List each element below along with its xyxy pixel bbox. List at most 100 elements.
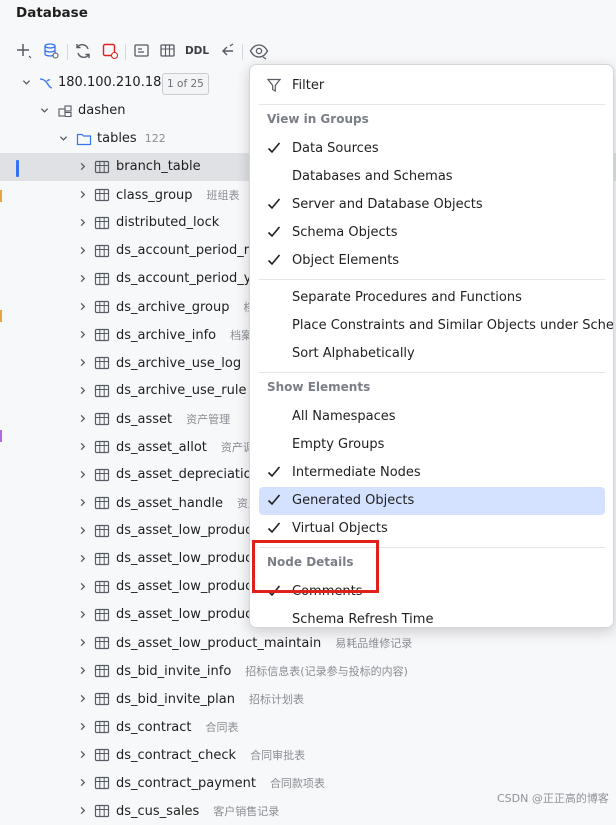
menu-item-label: Virtual Objects <box>292 521 388 536</box>
chevron-right-icon[interactable] <box>78 442 87 451</box>
chevron-right-icon[interactable] <box>78 610 87 619</box>
table-row-text: ds_asset_low_product_ <box>116 607 264 622</box>
host-label: 180.100.210.184 <box>58 75 170 90</box>
chevron-right-icon[interactable] <box>78 778 87 787</box>
table-icon <box>94 804 110 818</box>
menu-item-virtual-objects[interactable]: Virtual Objects <box>259 515 605 543</box>
table-name: ds_archive_use_rule <box>116 383 247 398</box>
menu-item-separate-procedures-and-functions[interactable]: Separate Procedures and Functions <box>259 284 605 312</box>
console-icon[interactable] <box>131 40 153 62</box>
menu-item-all-namespaces[interactable]: All Namespaces <box>259 403 605 431</box>
jump-icon[interactable] <box>216 40 238 62</box>
menu-item-server-and-database-objects[interactable]: Server and Database Objects <box>259 191 605 219</box>
chevron-right-icon[interactable] <box>78 246 87 255</box>
chevron-right-icon[interactable] <box>78 358 87 367</box>
chevron-right-icon[interactable] <box>78 190 87 199</box>
chevron-right-icon[interactable] <box>78 302 87 311</box>
chevron-down-icon[interactable] <box>59 134 68 143</box>
stop-icon[interactable] <box>99 40 121 62</box>
table-icon <box>94 524 110 538</box>
schema-count-badge[interactable]: 1 of 25 <box>162 73 209 95</box>
table-name: ds_asset <box>116 412 173 427</box>
table-icon <box>94 664 110 678</box>
chevron-right-icon[interactable] <box>78 162 87 171</box>
chevron-right-icon[interactable] <box>78 414 87 423</box>
table-icon <box>94 272 110 286</box>
table-name: ds_asset_low_product_ <box>116 607 264 622</box>
table-row-text: class_group 班组表 <box>116 187 240 203</box>
chevron-right-icon[interactable] <box>78 274 87 283</box>
chevron-right-icon[interactable] <box>78 722 87 731</box>
table-icon <box>94 468 110 482</box>
chevron-right-icon[interactable] <box>78 638 87 647</box>
table-row[interactable]: ds_asset_low_product_maintain 易耗品维修记录 <box>0 629 616 657</box>
table-row-text: distributed_lock <box>116 215 219 230</box>
checkmark-icon <box>267 198 281 210</box>
menu-item-filter[interactable]: Filter <box>259 72 605 100</box>
menu-item-label: Databases and Schemas <box>292 169 453 184</box>
chevron-right-icon[interactable] <box>78 526 87 535</box>
table-row-text: ds_account_period_yea <box>116 271 267 286</box>
menu-item-intermediate-nodes[interactable]: Intermediate Nodes <box>259 459 605 487</box>
table-name: ds_contract_check <box>116 748 237 763</box>
menu-item-place-constraints-and-similar-objects-under-schema[interactable]: Place Constraints and Similar Objects un… <box>259 312 613 340</box>
chevron-right-icon[interactable] <box>78 330 87 339</box>
menu-item-label: Intermediate Nodes <box>292 465 421 480</box>
add-icon[interactable] <box>13 40 35 62</box>
menu-item-databases-and-schemas[interactable]: Databases and Schemas <box>259 163 605 191</box>
table-row-text: branch_table <box>116 159 201 174</box>
menu-item-schema-refresh-time[interactable]: Schema Refresh Time <box>259 606 605 627</box>
ddl-icon[interactable]: DDL <box>184 40 210 62</box>
table-icon <box>94 580 110 594</box>
menu-item-generated-objects[interactable]: Generated Objects <box>259 487 605 515</box>
data-source-icon[interactable] <box>40 40 62 62</box>
chevron-right-icon[interactable] <box>78 470 87 479</box>
refresh-icon[interactable] <box>72 40 94 62</box>
eye-icon[interactable] <box>248 40 270 62</box>
table-name: ds_bid_invite_plan <box>116 692 235 707</box>
table-icon <box>94 496 110 510</box>
checkmark-icon <box>267 466 281 478</box>
menu-item-label: Filter <box>292 78 325 93</box>
chevron-right-icon[interactable] <box>78 582 87 591</box>
menu-item-label: Schema Objects <box>292 225 398 240</box>
menu-item-data-sources[interactable]: Data Sources <box>259 135 605 163</box>
table-name: ds_archive_use_log <box>116 356 242 371</box>
menu-item-empty-groups[interactable]: Empty Groups <box>259 431 605 459</box>
filter-icon <box>267 78 281 93</box>
chevron-right-icon[interactable] <box>78 694 87 703</box>
chevron-down-icon[interactable] <box>40 106 49 115</box>
chevron-down-icon[interactable] <box>22 78 31 87</box>
menu-item-sort-alphabetically[interactable]: Sort Alphabetically <box>259 340 605 368</box>
table-name: ds_archive_info <box>116 328 217 343</box>
menu-item-label: Generated Objects <box>292 493 415 508</box>
chevron-right-icon[interactable] <box>78 666 87 675</box>
menu-separator <box>259 372 605 373</box>
chevron-right-icon[interactable] <box>78 554 87 563</box>
table-icon[interactable] <box>157 40 179 62</box>
table-icon <box>94 244 110 258</box>
menu-item-label: Object Elements <box>292 253 400 268</box>
table-row[interactable]: ds_bid_invite_info 招标信息表(记录参与投标的内容) <box>0 657 616 685</box>
chevron-right-icon[interactable] <box>78 218 87 227</box>
chevron-right-icon[interactable] <box>78 750 87 759</box>
menu-item-schema-objects[interactable]: Schema Objects <box>259 219 605 247</box>
chevron-right-icon[interactable] <box>78 386 87 395</box>
table-name: ds_asset_low_product_ <box>116 551 264 566</box>
table-icon <box>94 160 110 174</box>
table-row-text: ds_asset_low_product_ <box>116 579 264 594</box>
table-row-text: ds_asset_depreciation <box>116 467 260 482</box>
table-icon <box>94 412 110 426</box>
tables-label: tables <box>97 131 137 146</box>
table-comment: 班组表 <box>206 189 240 202</box>
table-row[interactable]: ds_contract 合同表 <box>0 713 616 741</box>
table-row[interactable]: ds_bid_invite_plan 招标计划表 <box>0 685 616 713</box>
tables-node-text: tables 122 <box>97 131 166 146</box>
menu-item-label: Sort Alphabetically <box>292 346 415 361</box>
chevron-right-icon[interactable] <box>78 806 87 815</box>
chevron-right-icon[interactable] <box>78 498 87 507</box>
table-row[interactable]: ds_contract_check 合同审批表 <box>0 741 616 769</box>
menu-item-label: Separate Procedures and Functions <box>292 290 522 305</box>
menu-item-object-elements[interactable]: Object Elements <box>259 247 605 275</box>
table-row-text: ds_asset_low_product <box>116 523 257 538</box>
